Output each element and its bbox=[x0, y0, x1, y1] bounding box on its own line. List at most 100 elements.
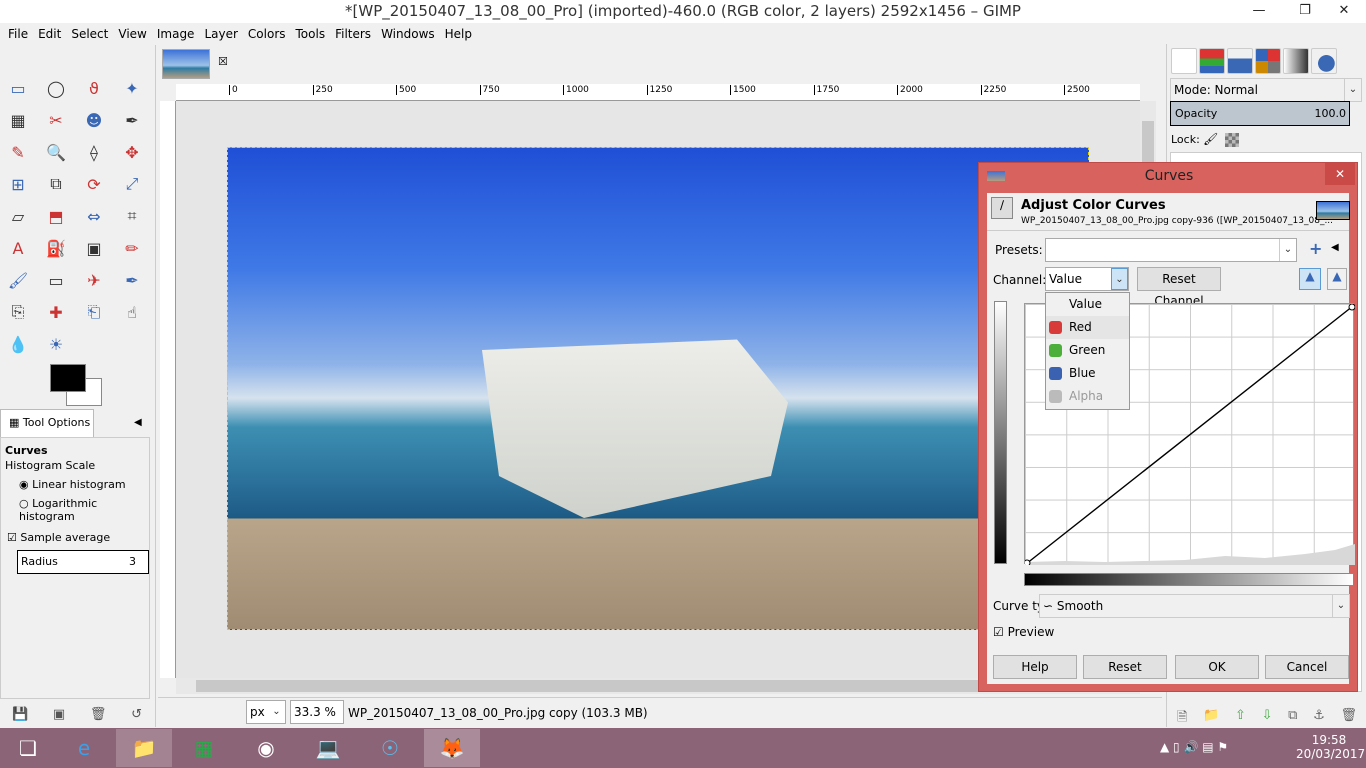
raise-layer-icon[interactable]: ⇧ bbox=[1235, 708, 1246, 730]
restore-options-icon[interactable]: ▣ bbox=[53, 707, 65, 722]
fuzzy-select-tool-icon[interactable]: ✦ bbox=[120, 76, 144, 100]
menu-layer[interactable]: Layer bbox=[200, 23, 243, 45]
align-tool-icon[interactable]: ⊞ bbox=[6, 172, 30, 196]
close-image-tab-icon[interactable]: ☒ bbox=[218, 55, 228, 68]
presets-combo[interactable]: ⌄ bbox=[1045, 238, 1297, 262]
radius-spinner[interactable]: Radius 3 bbox=[17, 550, 149, 574]
reset-button[interactable]: Reset bbox=[1083, 655, 1167, 679]
tab-histogram-icon[interactable] bbox=[1227, 48, 1253, 74]
scale-tool-icon[interactable]: ⤢ bbox=[120, 172, 144, 196]
delete-options-icon[interactable]: 🗑 bbox=[90, 707, 107, 722]
paths-tool-icon[interactable]: ✒ bbox=[120, 108, 144, 132]
heal-tool-icon[interactable]: ✚ bbox=[44, 300, 68, 324]
vertical-ruler[interactable] bbox=[160, 101, 176, 678]
image-photo-boat[interactable] bbox=[227, 147, 1089, 630]
color-select-tool-icon[interactable]: ▦ bbox=[6, 108, 30, 132]
color-picker-tool-icon[interactable]: ✎ bbox=[6, 140, 30, 164]
free-select-tool-icon[interactable]: ϑ bbox=[82, 76, 106, 100]
linear-histogram-toggle-icon[interactable]: ▲ bbox=[1299, 268, 1321, 290]
airbrush-tool-icon[interactable]: ✈ bbox=[82, 268, 106, 292]
eraser-tool-icon[interactable]: ▭ bbox=[44, 268, 68, 292]
lower-layer-icon[interactable]: ⇩ bbox=[1262, 708, 1273, 730]
radio-linear-histogram[interactable]: ◉ Linear histogram bbox=[1, 474, 149, 491]
clone-tool-icon[interactable]: ⎘ bbox=[6, 300, 30, 324]
gimp-icon[interactable]: 🦊 bbox=[424, 729, 480, 767]
menu-edit[interactable]: Edit bbox=[34, 23, 67, 45]
flip-tool-icon[interactable]: ⇔ bbox=[82, 204, 106, 228]
presets-menu-icon[interactable]: ◀ bbox=[1331, 242, 1339, 253]
tab-colors-icon[interactable] bbox=[1255, 48, 1281, 74]
scissors-tool-icon[interactable]: ✂ bbox=[44, 108, 68, 132]
clock[interactable]: 19:58 20/03/2017 bbox=[1296, 733, 1365, 761]
menu-select[interactable]: Select bbox=[67, 23, 114, 45]
menu-colors[interactable]: Colors bbox=[244, 23, 292, 45]
add-preset-icon[interactable]: + bbox=[1309, 239, 1322, 258]
dialog-close-button[interactable]: ✕ bbox=[1325, 163, 1355, 185]
computer-icon[interactable]: 💻 bbox=[300, 729, 356, 767]
menu-file[interactable]: File bbox=[4, 23, 34, 45]
foreground-select-tool-icon[interactable]: ☻ bbox=[82, 108, 106, 132]
chrome-icon[interactable]: ◉ bbox=[238, 729, 294, 767]
delete-layer-icon[interactable]: 🗑 bbox=[1340, 708, 1357, 730]
reset-channel-button[interactable]: Reset Channel bbox=[1137, 267, 1221, 308]
measure-tool-icon[interactable]: ⟠ bbox=[82, 140, 106, 164]
menu-tools[interactable]: Tools bbox=[292, 23, 332, 45]
unit-select[interactable]: px ⌄ bbox=[246, 700, 286, 724]
app-icon[interactable]: ☉ bbox=[362, 729, 418, 767]
new-layer-icon[interactable]: 🗎 bbox=[1177, 708, 1187, 730]
curve-point-black[interactable] bbox=[1025, 559, 1031, 565]
zoom-tool-icon[interactable]: 🔍 bbox=[44, 140, 68, 164]
store-icon[interactable]: ▦ bbox=[176, 729, 232, 767]
shear-tool-icon[interactable]: ▱ bbox=[6, 204, 30, 228]
opacity-slider[interactable]: Opacity 100.0 bbox=[1170, 101, 1350, 126]
pencil-tool-icon[interactable]: ✏ bbox=[120, 236, 144, 260]
zoom-select[interactable]: 33.3 % bbox=[290, 700, 344, 724]
channel-option-green[interactable]: Green bbox=[1046, 339, 1129, 362]
panel-menu-icon[interactable]: ◀ bbox=[134, 417, 142, 428]
dodge-burn-tool-icon[interactable]: ☀ bbox=[44, 332, 68, 356]
foreground-color-swatch[interactable] bbox=[50, 364, 86, 392]
mode-select[interactable]: Mode: Normal ⌄ bbox=[1170, 78, 1362, 102]
minimize-button[interactable]: — bbox=[1244, 0, 1274, 23]
blur-tool-icon[interactable]: 💧 bbox=[6, 332, 30, 356]
new-layer-group-icon[interactable]: 📁 bbox=[1203, 708, 1219, 730]
channel-option-value[interactable]: Value bbox=[1046, 293, 1129, 316]
radio-log-histogram[interactable]: ○ Logarithmic histogram bbox=[1, 491, 149, 523]
bucket-fill-tool-icon[interactable]: ⛽ bbox=[44, 236, 68, 260]
reset-options-icon[interactable]: ↺ bbox=[131, 707, 142, 722]
channel-combo[interactable]: Value ⌄ bbox=[1045, 267, 1129, 291]
tab-gradients-icon[interactable] bbox=[1283, 48, 1309, 74]
perspective-tool-icon[interactable]: ⬒ bbox=[44, 204, 68, 228]
menu-filters[interactable]: Filters bbox=[331, 23, 377, 45]
move-tool-icon[interactable]: ✥ bbox=[120, 140, 144, 164]
duplicate-layer-icon[interactable]: ⧉ bbox=[1288, 708, 1297, 730]
text-tool-icon[interactable]: A bbox=[6, 236, 30, 260]
horizontal-ruler[interactable]: 0 250 500 750 1000 1250 1500 1750 2000 2250 2500 bbox=[176, 84, 1140, 101]
rect-select-tool-icon[interactable]: ▭ bbox=[6, 76, 30, 100]
tab-patterns-icon[interactable] bbox=[1311, 48, 1337, 74]
ok-button[interactable]: OK bbox=[1175, 655, 1259, 679]
ink-tool-icon[interactable]: ✒ bbox=[120, 268, 144, 292]
file-explorer-icon[interactable]: 📁 bbox=[116, 729, 172, 767]
cage-tool-icon[interactable]: ⌗ bbox=[120, 204, 144, 228]
crop-tool-icon[interactable]: ⧉ bbox=[44, 172, 68, 196]
channel-option-blue[interactable]: Blue bbox=[1046, 362, 1129, 385]
blend-tool-icon[interactable]: ▣ bbox=[82, 236, 106, 260]
preview-checkbox[interactable]: ☑ Preview bbox=[993, 625, 1054, 639]
anchor-layer-icon[interactable]: ⚓ bbox=[1313, 708, 1325, 730]
ellipse-select-tool-icon[interactable]: ◯ bbox=[44, 76, 68, 100]
menu-image[interactable]: Image bbox=[153, 23, 201, 45]
tab-layers-icon[interactable] bbox=[1171, 48, 1197, 74]
help-button[interactable]: Help bbox=[993, 655, 1077, 679]
menu-help[interactable]: Help bbox=[441, 23, 478, 45]
curve-point-white[interactable] bbox=[1348, 304, 1355, 311]
lock-alpha-icon[interactable] bbox=[1225, 133, 1239, 147]
save-options-icon[interactable]: 💾 bbox=[12, 707, 28, 722]
lock-pixels-icon[interactable]: 🖌 bbox=[1203, 132, 1218, 146]
start-button-windows-icon[interactable]: ❏ bbox=[0, 729, 56, 767]
rotate-tool-icon[interactable]: ⟳ bbox=[82, 172, 106, 196]
close-button[interactable]: ✕ bbox=[1322, 0, 1366, 23]
tab-tool-options[interactable]: ▦ Tool Options bbox=[0, 409, 94, 437]
internet-explorer-icon[interactable]: e bbox=[56, 729, 112, 767]
cancel-button[interactable]: Cancel bbox=[1265, 655, 1349, 679]
